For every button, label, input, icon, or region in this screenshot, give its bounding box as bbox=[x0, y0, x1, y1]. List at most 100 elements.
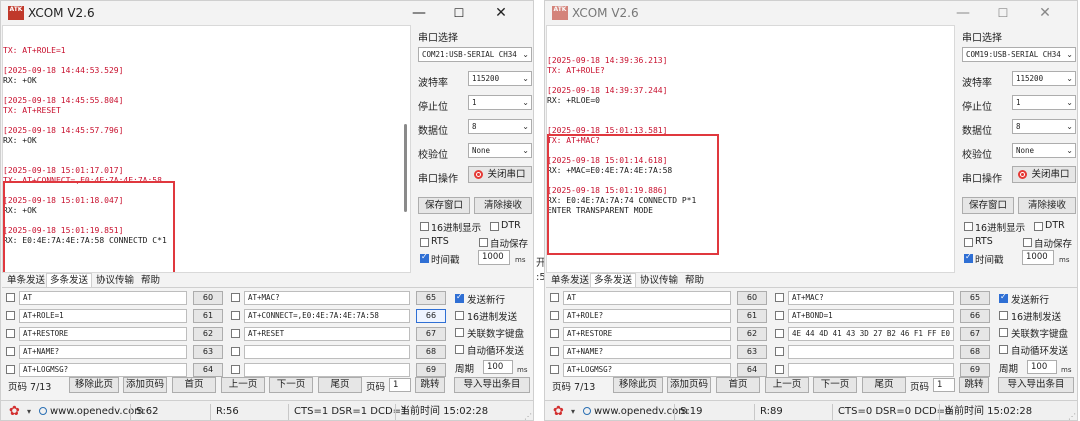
title-bar[interactable]: ATK XCOM V2.6 — ☐ ✕ bbox=[1, 1, 533, 25]
multi-send-button[interactable]: 60 bbox=[737, 291, 767, 305]
save-window-button[interactable]: 保存窗口 bbox=[962, 197, 1014, 214]
multi-send-button[interactable]: 61 bbox=[737, 309, 767, 323]
multi-send-input[interactable]: AT+ROLE=1 bbox=[19, 309, 187, 323]
multi-send-checkbox[interactable] bbox=[6, 311, 15, 320]
baud-select[interactable]: 115200 ⌄ bbox=[468, 71, 532, 86]
multi-send-button[interactable]: 61 bbox=[193, 309, 223, 323]
dtr-checkbox[interactable] bbox=[1034, 222, 1043, 231]
multi-send-button[interactable]: 68 bbox=[960, 345, 990, 359]
multi-send-button[interactable]: 64 bbox=[737, 363, 767, 377]
multi-send-checkbox[interactable] bbox=[550, 293, 559, 302]
multi-send-button[interactable]: 63 bbox=[737, 345, 767, 359]
multi-send-input[interactable]: AT+ROLE? bbox=[563, 309, 731, 323]
multi-send-button[interactable]: 69 bbox=[416, 363, 446, 377]
goto-page-input[interactable]: 1 bbox=[389, 378, 411, 392]
prev-page-button[interactable]: 上一页 bbox=[221, 377, 265, 393]
multi-send-checkbox[interactable] bbox=[775, 329, 784, 338]
multi-send-input[interactable]: AT+LOGMSG? bbox=[563, 363, 731, 377]
close-button[interactable]: ✕ bbox=[483, 1, 519, 25]
tab-single-send[interactable]: 单条发送 bbox=[4, 273, 48, 288]
hex-display-checkbox[interactable] bbox=[420, 222, 429, 231]
multi-send-button[interactable]: 68 bbox=[416, 345, 446, 359]
close-port-button[interactable]: 关闭串口 bbox=[1012, 166, 1076, 183]
multi-send-input[interactable] bbox=[244, 345, 410, 359]
multi-send-button[interactable]: 65 bbox=[960, 291, 990, 305]
multi-send-input[interactable]: 4E 44 4D 41 43 3D 27 B2 46 F1 FF E0 bbox=[788, 327, 954, 341]
multi-send-input[interactable]: AT+LOGMSG? bbox=[19, 363, 187, 377]
multi-send-button[interactable]: 69 bbox=[960, 363, 990, 377]
multi-send-checkbox[interactable] bbox=[6, 293, 15, 302]
tab-help[interactable]: 帮助 bbox=[138, 273, 163, 288]
resize-grip-icon[interactable]: ⋰ bbox=[524, 412, 532, 420]
stop-bits-select[interactable]: 1 ⌄ bbox=[1012, 95, 1076, 110]
multi-send-input[interactable]: AT+NAME? bbox=[19, 345, 187, 359]
website-link[interactable]: www.openedv.com bbox=[583, 404, 688, 420]
last-page-button[interactable]: 尾页 bbox=[862, 377, 906, 393]
data-bits-select[interactable]: 8 ⌄ bbox=[1012, 119, 1076, 134]
tab-single-send[interactable]: 单条发送 bbox=[548, 273, 592, 288]
multi-send-button[interactable]: 67 bbox=[960, 327, 990, 341]
multi-send-checkbox[interactable] bbox=[550, 329, 559, 338]
multi-send-checkbox[interactable] bbox=[231, 347, 240, 356]
receive-area[interactable]: [2025-09-18 14:39:36.213] TX: AT+ROLE? [20… bbox=[546, 25, 955, 273]
timestamp-input[interactable]: 1000 bbox=[1022, 250, 1054, 265]
parity-select[interactable]: None ⌄ bbox=[1012, 143, 1076, 158]
tab-help[interactable]: 帮助 bbox=[682, 273, 707, 288]
auto-loop-checkbox[interactable] bbox=[999, 345, 1008, 354]
last-page-button[interactable]: 尾页 bbox=[318, 377, 362, 393]
auto-save-checkbox[interactable] bbox=[479, 238, 488, 247]
multi-send-input[interactable] bbox=[788, 363, 954, 377]
remove-page-button[interactable]: 移除此页 bbox=[69, 377, 119, 393]
parity-select[interactable]: None ⌄ bbox=[468, 143, 532, 158]
resize-grip-icon[interactable]: ⋰ bbox=[1068, 412, 1076, 420]
gear-icon[interactable]: ✿ bbox=[553, 404, 564, 420]
multi-send-checkbox[interactable] bbox=[775, 347, 784, 356]
jump-button[interactable]: 跳转 bbox=[415, 377, 445, 393]
tab-protocol[interactable]: 协议传输 bbox=[93, 273, 137, 288]
numpad-checkbox[interactable] bbox=[999, 328, 1008, 337]
first-page-button[interactable]: 首页 bbox=[172, 377, 216, 393]
multi-send-input[interactable]: AT+BOND=1 bbox=[788, 309, 954, 323]
jump-button[interactable]: 跳转 bbox=[959, 377, 989, 393]
data-bits-select[interactable]: 8 ⌄ bbox=[468, 119, 532, 134]
multi-send-button[interactable]: 63 bbox=[193, 345, 223, 359]
maximize-button[interactable]: ☐ bbox=[985, 1, 1021, 25]
minimize-button[interactable]: — bbox=[945, 1, 981, 25]
multi-send-button[interactable]: 66 bbox=[416, 309, 446, 323]
first-page-button[interactable]: 首页 bbox=[716, 377, 760, 393]
timestamp-checkbox[interactable] bbox=[420, 252, 429, 263]
multi-send-input[interactable]: AT+MAC? bbox=[244, 291, 410, 305]
multi-send-checkbox[interactable] bbox=[6, 365, 15, 374]
multi-send-checkbox[interactable] bbox=[6, 347, 15, 356]
multi-send-input[interactable] bbox=[244, 363, 410, 377]
add-page-button[interactable]: 添加页码 bbox=[123, 377, 167, 393]
gear-icon[interactable]: ✿ bbox=[9, 404, 20, 420]
send-newline-checkbox[interactable] bbox=[999, 292, 1008, 303]
multi-send-checkbox[interactable] bbox=[550, 365, 559, 374]
title-bar[interactable]: ATK XCOM V2.6 — ☐ ✕ bbox=[545, 1, 1077, 25]
hex-send-checkbox[interactable] bbox=[455, 311, 464, 320]
multi-send-input[interactable]: AT+RESET bbox=[244, 327, 410, 341]
port-select[interactable]: COM19:USB-SERIAL CH34 ⌄ bbox=[962, 47, 1076, 62]
multi-send-button[interactable]: 65 bbox=[416, 291, 446, 305]
multi-send-button[interactable]: 62 bbox=[737, 327, 767, 341]
auto-loop-checkbox[interactable] bbox=[455, 345, 464, 354]
chevron-down-icon[interactable]: ▾ bbox=[27, 404, 31, 420]
website-link[interactable]: www.openedv.com bbox=[39, 404, 144, 420]
multi-send-input[interactable]: AT bbox=[563, 291, 731, 305]
multi-send-input[interactable]: AT bbox=[19, 291, 187, 305]
rts-checkbox[interactable] bbox=[420, 238, 429, 247]
period-input[interactable]: 100 bbox=[483, 360, 513, 374]
multi-send-button[interactable]: 62 bbox=[193, 327, 223, 341]
maximize-button[interactable]: ☐ bbox=[441, 1, 477, 25]
hex-send-checkbox[interactable] bbox=[999, 311, 1008, 320]
send-newline-checkbox[interactable] bbox=[455, 292, 464, 303]
multi-send-button[interactable]: 66 bbox=[960, 309, 990, 323]
clear-receive-button[interactable]: 清除接收 bbox=[1018, 197, 1076, 214]
minimize-button[interactable]: — bbox=[401, 1, 437, 25]
next-page-button[interactable]: 下一页 bbox=[269, 377, 313, 393]
numpad-checkbox[interactable] bbox=[455, 328, 464, 337]
close-button[interactable]: ✕ bbox=[1027, 1, 1063, 25]
multi-send-checkbox[interactable] bbox=[6, 329, 15, 338]
scrollbar-thumb[interactable] bbox=[404, 124, 407, 212]
